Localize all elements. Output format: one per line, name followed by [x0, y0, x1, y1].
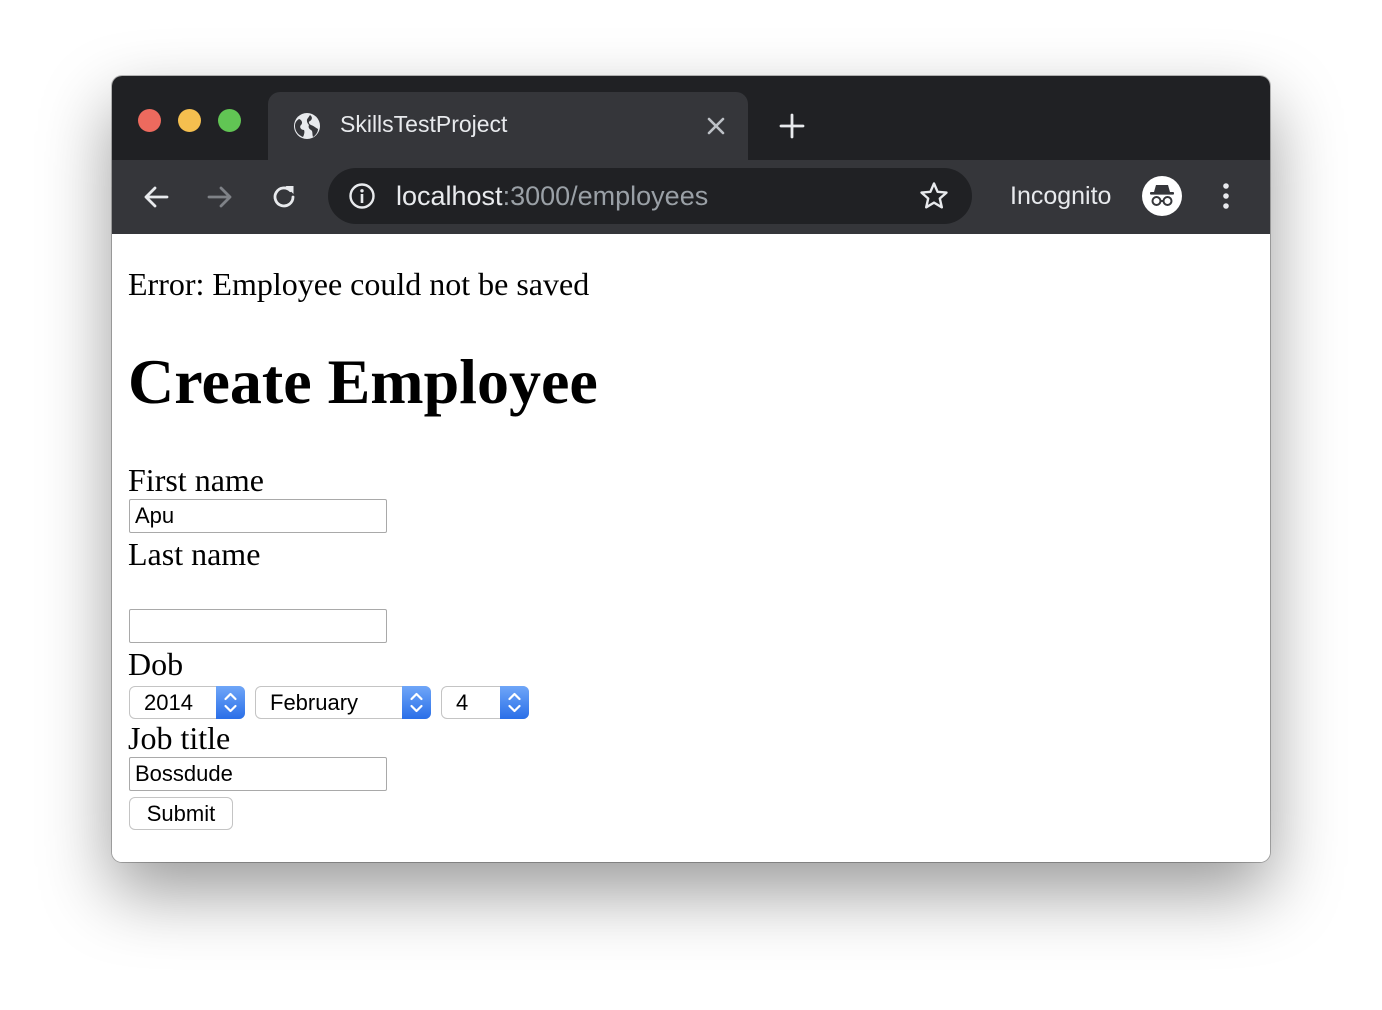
submit-button[interactable]: Submit — [129, 797, 233, 830]
incognito-label: Incognito — [1010, 182, 1112, 210]
reload-icon[interactable] — [268, 181, 300, 213]
minimize-window-button[interactable] — [178, 109, 201, 132]
address-bar[interactable]: localhost:3000/employees — [328, 168, 972, 224]
globe-icon — [294, 113, 320, 139]
dob-month-select[interactable]: February — [255, 686, 431, 719]
dob-year-select[interactable]: 2014 — [129, 686, 245, 719]
job-title-input[interactable] — [129, 757, 387, 791]
dob-month-value: February — [270, 690, 359, 715]
error-message: Error: Employee could not be saved — [128, 266, 590, 302]
chevron-up-down-icon — [500, 686, 529, 719]
chevron-up-down-glyph — [410, 692, 423, 713]
page-content: Error: Employee could not be saved Creat… — [112, 234, 1270, 862]
tab-title: SkillsTestProject — [340, 111, 508, 137]
url-host: localhost — [396, 181, 503, 211]
kebab-menu-icon[interactable] — [1212, 178, 1240, 214]
page-title: Create Employee — [128, 346, 598, 417]
browser-tab[interactable]: SkillsTestProject — [268, 92, 748, 160]
first-name-label: First name — [128, 462, 264, 498]
chevron-up-down-glyph — [224, 692, 237, 713]
star-icon[interactable] — [918, 180, 950, 212]
info-icon[interactable] — [348, 182, 376, 210]
browser-window: SkillsTestProject localhost:3000/employe… — [112, 76, 1270, 862]
chevron-up-down-icon — [402, 686, 431, 719]
zoom-window-button[interactable] — [218, 109, 241, 132]
chevron-up-down-glyph — [508, 692, 521, 713]
first-name-input[interactable] — [129, 499, 387, 533]
incognito-icon[interactable] — [1142, 176, 1182, 216]
last-name-input[interactable] — [129, 609, 387, 643]
arrow-left-icon[interactable] — [140, 181, 172, 213]
close-icon[interactable] — [704, 114, 728, 138]
last-name-label: Last name — [128, 536, 261, 572]
close-window-button[interactable] — [138, 109, 161, 132]
incognito-glyph — [1150, 185, 1174, 206]
url-path: :3000/employees — [502, 181, 709, 211]
arrow-right-icon[interactable] — [204, 181, 236, 213]
job-title-label: Job title — [128, 720, 231, 756]
dob-day-value: 4 — [456, 690, 469, 715]
url-text: localhost:3000/employees — [396, 181, 708, 212]
plus-icon[interactable] — [778, 112, 806, 140]
dob-day-select[interactable]: 4 — [441, 686, 529, 719]
browser-toolbar: localhost:3000/employees Incognito — [112, 160, 1270, 234]
dob-label: Dob — [128, 646, 184, 682]
tab-strip: SkillsTestProject — [112, 76, 1270, 160]
dob-year-value: 2014 — [144, 690, 193, 715]
chevron-up-down-icon — [216, 686, 245, 719]
